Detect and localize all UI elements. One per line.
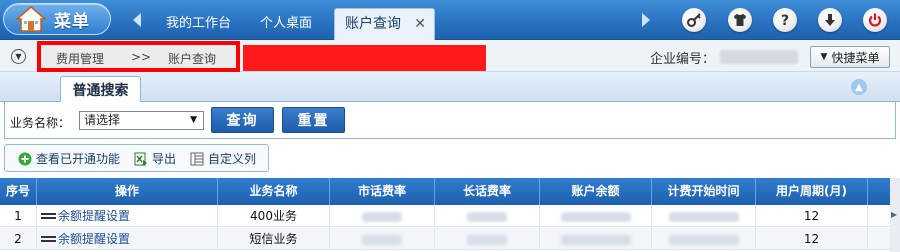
tab-account-query[interactable]: 账户查询 ✕ bbox=[334, 8, 435, 40]
export-button[interactable]: 导出 bbox=[134, 150, 176, 167]
balance-reminder-label: 余额提醒设置 bbox=[58, 232, 131, 246]
balance-cell-redacted bbox=[540, 205, 652, 227]
query-button[interactable]: 查询 bbox=[211, 107, 274, 133]
business-name-cell: 400业务 bbox=[218, 205, 330, 227]
power-icon[interactable] bbox=[863, 8, 887, 32]
row-index: 2 bbox=[0, 228, 37, 250]
billing-start-cell-redacted bbox=[652, 228, 756, 250]
enterprise-id-value-redacted bbox=[720, 50, 798, 64]
breadcrumb-item-fee-management[interactable]: 费用管理 bbox=[56, 50, 104, 67]
balance-reminder-link[interactable]: 余额提醒设置 bbox=[37, 228, 218, 250]
menu-lines-icon bbox=[41, 236, 56, 242]
billing-start-cell-redacted bbox=[652, 205, 756, 227]
custom-columns-label: 自定义列 bbox=[208, 152, 257, 166]
tabs-scroll-left-icon[interactable] bbox=[133, 13, 141, 27]
business-name-select[interactable]: 请选择 ▼ bbox=[79, 111, 204, 130]
help-icon[interactable]: ? bbox=[773, 8, 797, 32]
tab-personal-desktop[interactable]: 个人桌面 bbox=[260, 10, 312, 40]
collapse-chevron-icon[interactable]: ▼ bbox=[11, 49, 26, 64]
user-cycle-cell: 12 bbox=[756, 228, 868, 250]
user-cycle-cell: 12 bbox=[756, 205, 868, 227]
tab-my-workbench[interactable]: 我的工作台 bbox=[166, 10, 231, 40]
shirt-icon[interactable] bbox=[728, 8, 752, 32]
business-name-cell: 短信业务 bbox=[218, 228, 330, 250]
balance-cell-redacted bbox=[540, 228, 652, 250]
column-header-business-name[interactable]: 业务名称 bbox=[218, 178, 330, 205]
balance-reminder-label: 余额提醒设置 bbox=[58, 209, 131, 223]
tab-normal-search[interactable]: 普通搜索 bbox=[60, 76, 141, 103]
long-distance-rate-cell-redacted bbox=[435, 205, 540, 227]
dropdown-arrow-icon: ▼ bbox=[190, 115, 197, 125]
balance-reminder-link[interactable]: 余额提醒设置 bbox=[37, 205, 218, 227]
column-header-truncated[interactable]: 最 bbox=[868, 178, 900, 205]
home-icon bbox=[14, 6, 48, 32]
main-menu-label: 菜单 bbox=[54, 11, 90, 32]
reset-button[interactable]: 重置 bbox=[282, 107, 345, 133]
column-header-action[interactable]: 操作 bbox=[37, 178, 218, 205]
add-circle-icon bbox=[18, 152, 32, 166]
local-rate-cell-redacted bbox=[330, 205, 435, 227]
main-menu-button[interactable]: 菜单 bbox=[3, 3, 111, 35]
export-label: 导出 bbox=[152, 152, 177, 166]
columns-icon bbox=[190, 152, 204, 166]
menu-lines-icon bbox=[41, 213, 56, 219]
column-header-account-balance[interactable]: 账户余额 bbox=[540, 178, 652, 205]
tabs-scroll-right-icon[interactable] bbox=[642, 13, 650, 27]
column-header-index[interactable]: 序号 bbox=[0, 178, 37, 205]
redaction-block bbox=[243, 45, 486, 71]
column-header-long-distance-rate[interactable]: 长话费率 bbox=[435, 178, 540, 205]
scroll-right-arrow-icon[interactable]: ▶ bbox=[891, 210, 899, 220]
business-name-selected: 请选择 bbox=[84, 113, 121, 127]
column-header-user-cycle[interactable]: 用户周期(月) bbox=[756, 178, 868, 205]
download-icon[interactable] bbox=[818, 8, 842, 32]
business-name-label: 业务名称： bbox=[10, 116, 71, 130]
breadcrumb: 费用管理 >> 账户查询 bbox=[37, 41, 240, 72]
column-header-local-rate[interactable]: 市话费率 bbox=[330, 178, 435, 205]
column-header-billing-start[interactable]: 计费开始时间 bbox=[652, 178, 756, 205]
svg-text:?: ? bbox=[781, 13, 789, 28]
view-enabled-functions-label: 查看已开通功能 bbox=[36, 152, 121, 166]
view-enabled-functions-button[interactable]: 查看已开通功能 bbox=[18, 150, 120, 167]
row-index: 1 bbox=[0, 205, 37, 227]
long-distance-rate-cell-redacted bbox=[435, 228, 540, 250]
tab-close-icon[interactable]: ✕ bbox=[414, 9, 426, 39]
custom-columns-button[interactable]: 自定义列 bbox=[190, 150, 256, 167]
tab-account-query-label: 账户查询 bbox=[345, 16, 401, 32]
export-excel-icon bbox=[134, 152, 148, 166]
breadcrumb-item-account-query: 账户查询 bbox=[168, 52, 217, 66]
quick-menu-button[interactable]: ▼ 快捷菜单 bbox=[810, 46, 890, 68]
key-icon[interactable] bbox=[682, 8, 706, 32]
vertical-scrollbar[interactable]: ▶ bbox=[890, 178, 900, 252]
quick-menu-label: 快捷菜单 bbox=[831, 50, 880, 65]
table-row: 1 余额提醒设置 400业务 12 bbox=[0, 205, 900, 227]
chevron-down-icon: ▼ bbox=[820, 52, 828, 62]
enterprise-id-label: 企业编号： bbox=[650, 52, 716, 67]
breadcrumb-separator: >> bbox=[131, 50, 152, 64]
table-row: 2 余额提醒设置 短信业务 12 bbox=[0, 228, 900, 250]
local-rate-cell-redacted bbox=[330, 228, 435, 250]
collapse-up-icon[interactable]: ▲ bbox=[851, 79, 867, 95]
